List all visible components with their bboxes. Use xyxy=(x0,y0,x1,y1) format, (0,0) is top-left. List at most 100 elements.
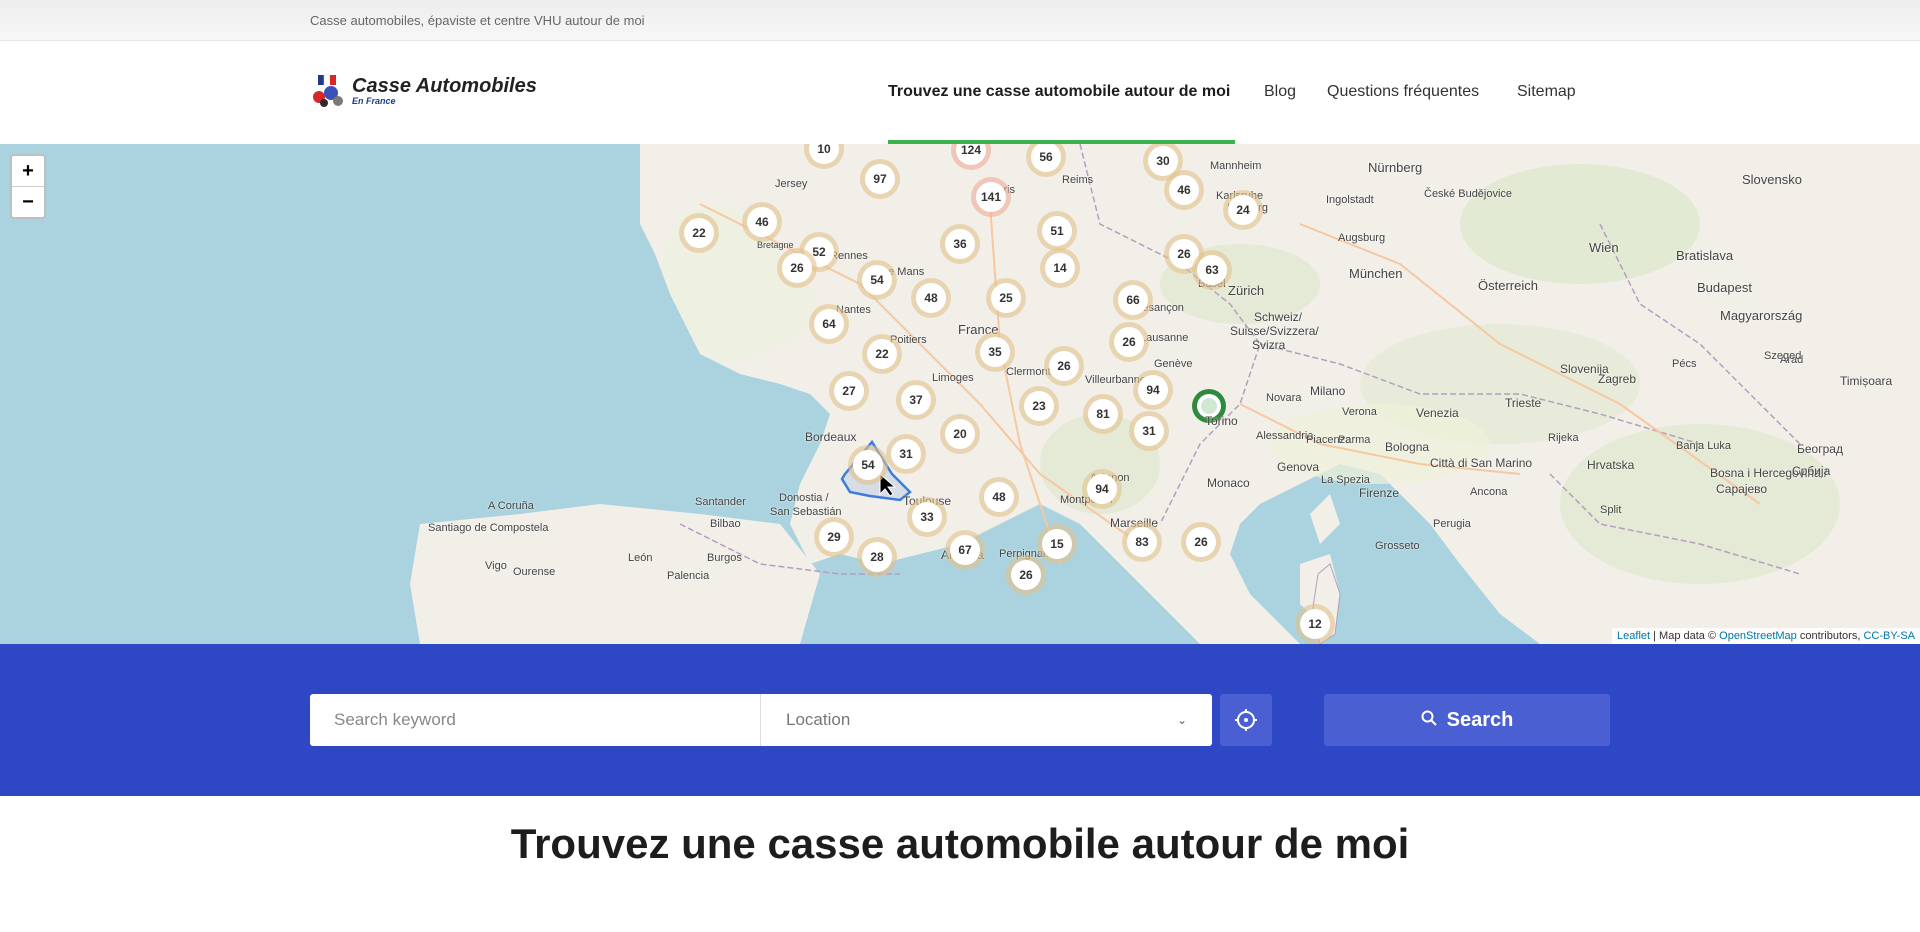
marker-cluster[interactable]: 24 xyxy=(1223,190,1263,230)
cluster-count: 23 xyxy=(1024,391,1054,421)
zoom-out-button[interactable]: − xyxy=(12,187,44,217)
search-button-label: Search xyxy=(1446,708,1514,731)
geolocate-button[interactable] xyxy=(1220,694,1272,746)
search-button[interactable]: Search xyxy=(1324,694,1610,746)
cluster-count: 56 xyxy=(1031,144,1061,172)
map-label-milano: Milano xyxy=(1310,384,1346,398)
marker-cluster[interactable]: 64 xyxy=(809,304,849,344)
marker-cluster[interactable]: 23 xyxy=(1019,386,1059,426)
zoom-in-button[interactable]: + xyxy=(12,156,44,187)
map-label-genova: Genova xyxy=(1277,460,1320,474)
leaflet-link[interactable]: Leaflet xyxy=(1617,630,1650,642)
nav-item-sitemap[interactable]: Sitemap xyxy=(1517,83,1576,101)
marker-cluster[interactable]: 26 xyxy=(1006,555,1046,595)
map-label-wien: Wien xyxy=(1589,240,1619,255)
zoom-controls: + − xyxy=(10,154,46,219)
map-label-nurnberg: Nürnberg xyxy=(1368,160,1423,175)
osm-link[interactable]: OpenStreetMap xyxy=(1719,630,1797,642)
marker-cluster[interactable]: 67 xyxy=(945,530,985,570)
marker-cluster[interactable]: 12 xyxy=(1295,604,1335,644)
logo-subtitle: En France xyxy=(352,96,396,106)
map-label-zagreb: Zagreb xyxy=(1598,372,1637,386)
marker-cluster[interactable]: 83 xyxy=(1122,522,1162,562)
marker-cluster[interactable]: 141 xyxy=(971,177,1011,217)
map-label-palencia: Palencia xyxy=(667,570,710,582)
map-view[interactable]: JerseyParisReimsNürnbergMannheimKarlsruh… xyxy=(0,144,1920,644)
cluster-count: 37 xyxy=(901,385,931,415)
nav-item-find-casse[interactable]: Trouvez une casse automobile autour de m… xyxy=(888,83,1230,101)
marker-cluster[interactable]: 94 xyxy=(1133,370,1173,410)
marker-cluster[interactable]: 26 xyxy=(1109,322,1149,362)
marker-cluster[interactable]: 81 xyxy=(1083,394,1123,434)
map-label-donostia: Donostia / xyxy=(779,492,829,504)
marker-cluster[interactable]: 33 xyxy=(907,497,947,537)
cluster-count: 64 xyxy=(814,309,844,339)
cluster-count: 46 xyxy=(1169,175,1199,205)
marker-cluster[interactable]: 46 xyxy=(742,202,782,242)
marker-cluster[interactable]: 26 xyxy=(777,248,817,288)
marker-cluster[interactable]: 37 xyxy=(896,380,936,420)
marker-cluster[interactable]: 48 xyxy=(911,278,951,318)
map-label-sarajevo: Сарајево xyxy=(1716,482,1768,496)
site-logo[interactable]: Casse Automobiles En France xyxy=(310,73,537,109)
marker-cluster[interactable]: 28 xyxy=(857,537,897,577)
cluster-count: 27 xyxy=(834,376,864,406)
map-label-banjaluka: Banja Luka xyxy=(1676,440,1732,452)
marker-cluster[interactable]: 46 xyxy=(1164,170,1204,210)
search-keyword-input[interactable] xyxy=(310,694,760,746)
location-select[interactable]: Location ⌄ xyxy=(760,694,1212,746)
marker-cluster[interactable]: 48 xyxy=(979,477,1019,517)
marker-cluster[interactable]: 54 xyxy=(848,445,888,485)
marker-cluster[interactable]: 31 xyxy=(1129,411,1169,451)
map-label-bordeaux: Bordeaux xyxy=(805,430,857,444)
marker-cluster[interactable]: 22 xyxy=(679,213,719,253)
map-label-burgos: Burgos xyxy=(707,552,742,564)
map-label-santander: Santander xyxy=(695,496,746,508)
marker-cluster[interactable]: 66 xyxy=(1113,280,1153,320)
cluster-count: 26 xyxy=(1114,327,1144,357)
marker-cluster[interactable]: 36 xyxy=(940,224,980,264)
marker-cluster[interactable]: 20 xyxy=(940,414,980,454)
license-link[interactable]: CC-BY-SA xyxy=(1863,630,1915,642)
search-icon xyxy=(1421,709,1437,732)
marker-cluster[interactable]: 54 xyxy=(857,260,897,300)
cluster-count: 66 xyxy=(1118,285,1148,315)
cluster-count: 26 xyxy=(1186,527,1216,557)
cluster-count: 94 xyxy=(1087,474,1117,504)
nav-item-faq[interactable]: Questions fréquentes xyxy=(1327,83,1479,101)
map-label-bratislava: Bratislava xyxy=(1676,248,1734,263)
map-label-venezia: Venezia xyxy=(1416,406,1459,420)
marker-cluster[interactable]: 29 xyxy=(814,517,854,557)
nav-item-blog[interactable]: Blog xyxy=(1264,83,1296,101)
marker-cluster[interactable]: 94 xyxy=(1082,469,1122,509)
marker-cluster[interactable]: 35 xyxy=(975,332,1015,372)
crosshair-icon xyxy=(1235,709,1257,731)
marker-cluster[interactable]: 22 xyxy=(862,334,902,374)
map-label-reims: Reims xyxy=(1062,174,1094,186)
marker-cluster[interactable]: 27 xyxy=(829,371,869,411)
marker-cluster[interactable]: 97 xyxy=(860,159,900,199)
cluster-count: 81 xyxy=(1088,399,1118,429)
cluster-count: 54 xyxy=(862,265,892,295)
cluster-count: 12 xyxy=(1300,609,1330,639)
marker-cluster[interactable]: 31 xyxy=(886,434,926,474)
cluster-count: 29 xyxy=(819,522,849,552)
map-label-bologna: Bologna xyxy=(1385,440,1430,454)
map-label-ceske: České Budějovice xyxy=(1424,188,1513,200)
map-label-split: Split xyxy=(1600,504,1622,516)
cluster-count: 22 xyxy=(867,339,897,369)
marker-cluster[interactable]: 51 xyxy=(1037,211,1077,251)
marker-cluster[interactable]: 25 xyxy=(986,278,1026,318)
map-label-hrvatska: Hrvatska xyxy=(1587,458,1635,472)
marker-cluster[interactable]: 26 xyxy=(1044,346,1084,386)
cluster-count: 20 xyxy=(945,419,975,449)
cluster-count: 31 xyxy=(1134,416,1164,446)
map-label-vigo: Vigo xyxy=(485,560,507,572)
marker-cluster[interactable]: 15 xyxy=(1037,524,1077,564)
marker-cluster[interactable]: 63 xyxy=(1192,250,1232,290)
car-logo-icon xyxy=(310,73,346,109)
map-label-rijeka: Rijeka xyxy=(1548,432,1579,444)
marker-cluster[interactable]: 26 xyxy=(1181,522,1221,562)
map-label-perugia: Perugia xyxy=(1433,518,1471,530)
marker-cluster[interactable]: 14 xyxy=(1040,248,1080,288)
